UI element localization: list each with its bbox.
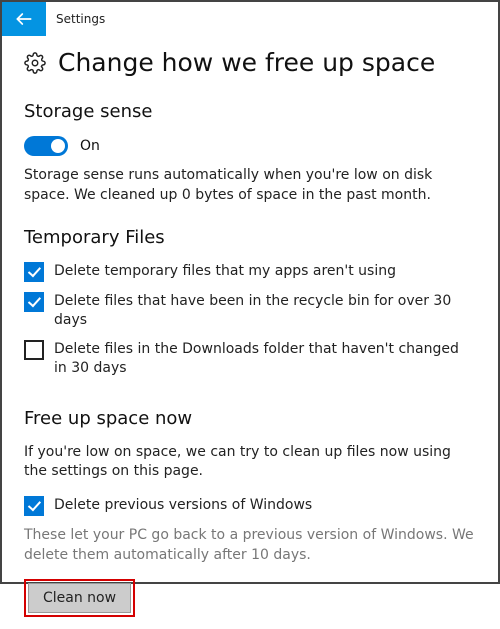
temp-files-option-2[interactable]: Delete files in the Downloads folder tha… (24, 340, 464, 378)
checkbox-icon (24, 340, 44, 360)
previous-versions-option[interactable]: Delete previous versions of Windows (24, 496, 464, 516)
titlebar: Settings (2, 2, 498, 36)
previous-versions-label: Delete previous versions of Windows (54, 496, 312, 515)
checkbox-icon (24, 292, 44, 312)
storage-sense-toggle-row: On (24, 136, 476, 156)
content: Change how we free up space Storage sens… (2, 36, 498, 629)
temp-files-option-0-label: Delete temporary files that my apps aren… (54, 262, 396, 281)
storage-sense-toggle[interactable] (24, 136, 68, 156)
previous-versions-help: These let your PC go back to a previous … (24, 526, 476, 565)
checkbox-icon (24, 496, 44, 516)
free-up-now-heading: Free up space now (24, 408, 476, 429)
storage-sense-description: Storage sense runs automatically when yo… (24, 166, 476, 205)
back-button[interactable] (2, 2, 46, 36)
page-title: Change how we free up space (58, 48, 435, 77)
page-header: Change how we free up space (24, 48, 476, 77)
storage-sense-toggle-state: On (80, 138, 100, 154)
titlebar-label: Settings (56, 12, 105, 26)
clean-now-highlight: Clean now (24, 579, 135, 617)
temp-files-option-1-label: Delete files that have been in the recyc… (54, 292, 464, 330)
clean-now-button[interactable]: Clean now (28, 583, 131, 613)
storage-sense-heading: Storage sense (24, 101, 476, 122)
free-up-now-description: If you're low on space, we can try to cl… (24, 443, 476, 482)
temporary-files-heading: Temporary Files (24, 227, 476, 248)
checkbox-icon (24, 262, 44, 282)
back-arrow-icon (14, 9, 34, 29)
gear-icon (24, 52, 46, 74)
temp-files-option-1[interactable]: Delete files that have been in the recyc… (24, 292, 464, 330)
temp-files-option-0[interactable]: Delete temporary files that my apps aren… (24, 262, 464, 282)
temp-files-option-2-label: Delete files in the Downloads folder tha… (54, 340, 464, 378)
toggle-knob (51, 139, 65, 153)
